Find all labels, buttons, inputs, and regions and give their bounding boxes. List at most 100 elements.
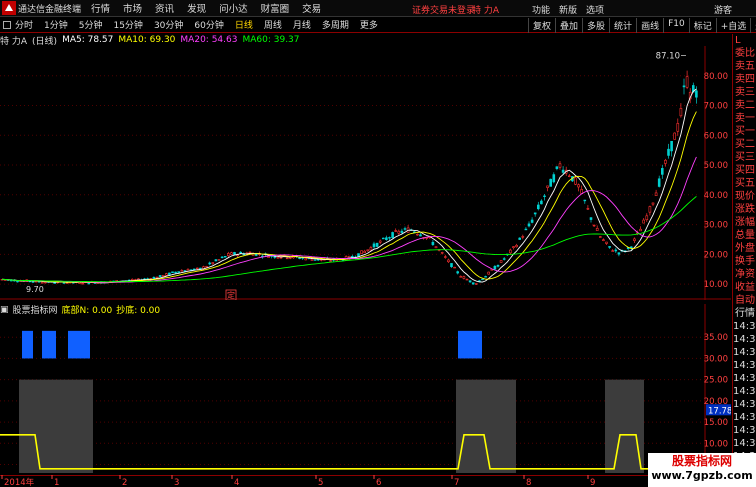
candle-body (685, 76, 689, 88)
candle-body (512, 246, 515, 249)
price-tick-label: 30.00 (704, 221, 728, 231)
guest-label[interactable]: 游客 (714, 3, 732, 16)
price-chart[interactable]: 80.00 70.00 60.00 50.00 40.00 30.00 20.00 10.00… (0, 34, 731, 300)
tool-overlay[interactable]: 叠加 (555, 18, 582, 33)
candle-body (400, 230, 404, 233)
panel-order-label: 卖一 (735, 113, 755, 124)
menu-quotes[interactable]: 行情 (91, 1, 110, 15)
candle-body (394, 230, 398, 232)
candle-body (285, 257, 289, 260)
candle-body (617, 252, 621, 255)
period-tab-intraday[interactable]: 分时 (15, 18, 33, 31)
panel-trade-time: 14:35 (733, 347, 756, 358)
period-tab-daily[interactable]: 日线 (235, 18, 253, 31)
period-tab-1min[interactable]: 1分钟 (44, 18, 68, 31)
candle-body (168, 272, 171, 276)
buy-signal-bar (458, 330, 482, 359)
period-tab-60min[interactable]: 60分钟 (194, 18, 223, 31)
indicator-tick-label: 35.00 (704, 333, 728, 343)
period-tab-15min[interactable]: 15分钟 (113, 18, 142, 31)
panel-order-label: 买一 (735, 126, 755, 137)
candle-body (276, 256, 280, 259)
menu-ask[interactable]: 问小达 (219, 1, 248, 15)
candle-body (248, 251, 252, 254)
candle-body (654, 192, 658, 197)
panel-order-label: 买三 (735, 152, 755, 163)
candle-body (598, 236, 602, 238)
indicator-chart[interactable]: 35.0030.0025.0020.0015.0010.005.0017.78 (0, 304, 731, 475)
event-marker-label[interactable]: 定 (227, 290, 235, 300)
tool-back[interactable]: 返回 (750, 18, 756, 33)
period-tab-5min[interactable]: 5分钟 (79, 18, 103, 31)
ma60-line (1, 196, 697, 283)
tool-statistics[interactable]: 统计 (609, 18, 636, 33)
tool-f10[interactable]: F10 (663, 18, 689, 33)
period-tab-30min[interactable]: 30分钟 (154, 18, 183, 31)
candle-body (648, 206, 652, 213)
period-tab-more[interactable]: 更多 (360, 18, 378, 31)
indicator-close-icon[interactable]: ▣ (0, 305, 9, 315)
candle-body (468, 280, 472, 283)
menu-wealth[interactable]: 财富圈 (261, 1, 290, 15)
indicator-tick-label: 25.00 (704, 376, 728, 386)
candle-body (456, 271, 460, 274)
candle-body (524, 228, 528, 231)
candle-body (567, 175, 571, 177)
candle-body (431, 241, 435, 245)
candle-body (462, 276, 466, 279)
panel-order-label: 现价 (735, 191, 755, 202)
period-tab-weekly[interactable]: 周线 (264, 18, 282, 31)
panel-trade-time: 14:34 (733, 321, 756, 332)
panel-order-label: 净资 (735, 269, 755, 280)
candle-body (369, 247, 373, 251)
candle-body (645, 215, 649, 221)
panel-order-label: 收益 (735, 282, 755, 293)
candle-body (171, 271, 174, 274)
menu-news[interactable]: 资讯 (155, 1, 174, 15)
menu-trade[interactable]: 交易 (302, 1, 321, 15)
candle-body (288, 257, 292, 259)
candle-body (357, 253, 360, 257)
candle-body (518, 237, 522, 240)
login-notice[interactable]: 证券交易未登录 (412, 3, 475, 16)
tool-draw-line[interactable]: 画线 (636, 18, 663, 33)
candle-body (614, 249, 618, 252)
period-tab-monthly[interactable]: 月线 (293, 18, 311, 31)
price-tick-label: 50.00 (704, 161, 728, 171)
candle-body (465, 278, 469, 281)
watermark-url: www.7gpzb.com (651, 469, 753, 482)
candle-body (208, 262, 211, 265)
menu-function[interactable]: 功能 (532, 3, 550, 16)
panel-quote-label: 行情 (735, 308, 755, 319)
panel-auto-label[interactable]: 自动 (733, 294, 756, 307)
panel-badge[interactable]: L (733, 34, 756, 47)
candle-body (589, 217, 593, 220)
panel-order-label: 卖三 (735, 87, 755, 98)
tool-adjust[interactable]: 复权 (528, 18, 555, 33)
toolbar-checkbox[interactable] (3, 20, 11, 29)
period-toolbar: 分时 1分钟 5分钟 15分钟 30分钟 60分钟 日线 周线 月线 多周期 更… (0, 17, 756, 33)
period-tab-multi[interactable]: 多周期 (322, 18, 349, 31)
candle-body (459, 276, 463, 278)
tool-add-favorite[interactable]: +自选 (715, 18, 751, 33)
candle-body (87, 282, 91, 285)
app-title: 通达信金融终端 (18, 4, 82, 15)
candle-body (31, 281, 35, 283)
current-value-label: 17.78 (708, 406, 731, 416)
panel-trade-time: 14:35 (733, 373, 756, 384)
menu-market[interactable]: 市场 (123, 1, 142, 15)
menu-new-version[interactable]: 新版 (559, 3, 577, 16)
menu-discover[interactable]: 发现 (187, 1, 206, 15)
buy-signal-bar (42, 330, 56, 359)
current-stock-name: 特 力A (472, 6, 500, 16)
candle-body (381, 237, 385, 240)
time-axis-label: 5 (318, 478, 323, 487)
tool-mark[interactable]: 标记 (688, 18, 716, 33)
candle-body (639, 228, 642, 232)
menu-options[interactable]: 选项 (586, 3, 604, 16)
panel-order-label: 涨幅 (735, 217, 755, 228)
right-menus: 功能 新版 选项 (532, 3, 604, 16)
panel-order-label: 卖四 (735, 74, 755, 85)
tool-multi-stock[interactable]: 多股 (582, 18, 609, 33)
time-axis-label: 2 (122, 478, 127, 487)
